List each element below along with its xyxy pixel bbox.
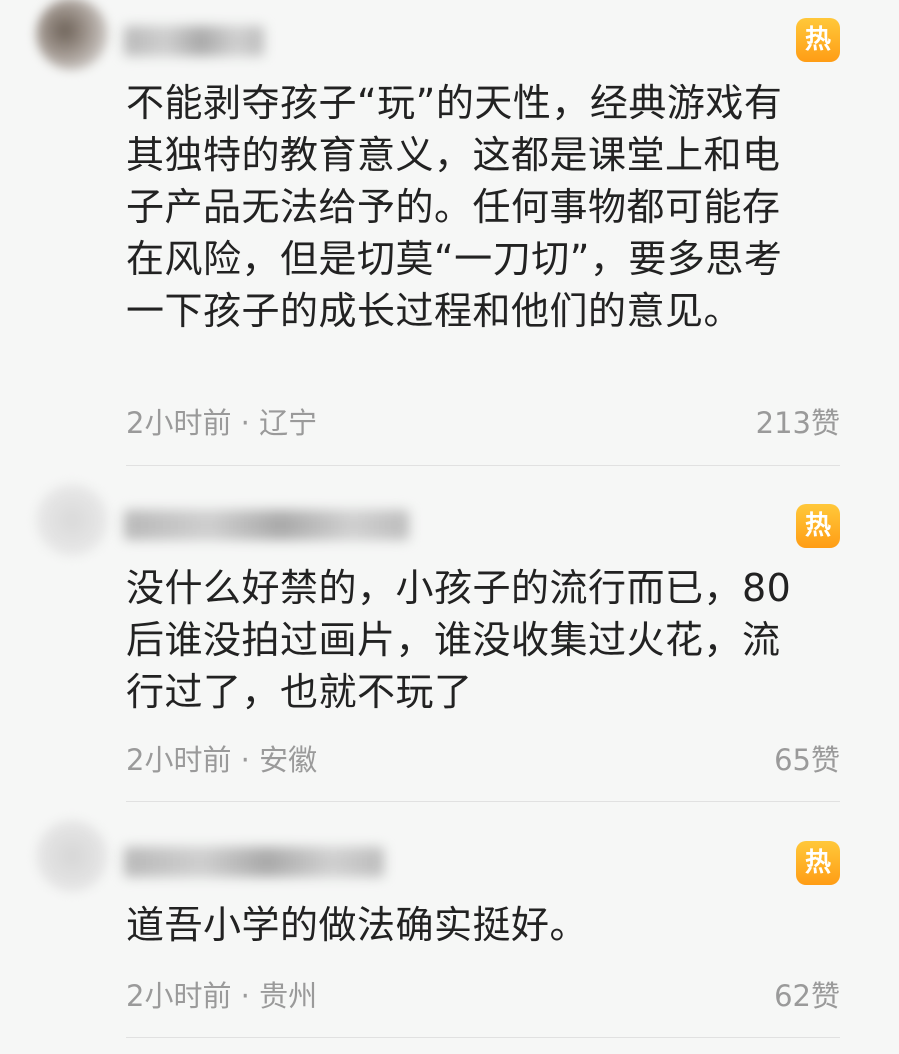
like-count[interactable]: 65赞 (774, 737, 840, 779)
comment-text: 没什么好禁的，小孩子的流行而已，80后谁没拍过画片，谁没收集过火花，流行过了，也… (126, 566, 792, 714)
comment-meta: 2小时前 · 辽宁 (126, 406, 318, 440)
username-blurred[interactable] (124, 26, 264, 56)
user-avatar[interactable] (36, 484, 108, 556)
comment-item: 热 不能剥夺孩子“玩”的天性，经典游戏有其独特的教育意义，这都是课堂上和电子产品… (0, 0, 899, 470)
comment-meta: 2小时前 · 贵州 (126, 979, 318, 1013)
divider (126, 801, 840, 802)
comment-text: 不能剥夺孩子“玩”的天性，经典游戏有其独特的教育意义，这都是课堂上和电子产品无法… (126, 81, 783, 333)
like-count[interactable]: 62赞 (774, 973, 840, 1015)
username-blurred[interactable] (124, 847, 384, 877)
comment-item: 热 没什么好禁的，小孩子的流行而已，80后谁没拍过画片，谁没收集过火花，流行过了… (0, 470, 899, 805)
hot-badge: 热 (796, 18, 840, 62)
user-avatar[interactable] (36, 820, 108, 892)
like-count[interactable]: 213赞 (756, 400, 840, 442)
user-avatar[interactable] (36, 0, 108, 70)
comment-text: 道吾小学的做法确实挺好。 (126, 903, 589, 947)
comment-meta: 2小时前 · 安徽 (126, 743, 318, 777)
divider (126, 1037, 840, 1038)
hot-badge: 热 (796, 504, 840, 548)
hot-badge: 热 (796, 841, 840, 885)
username-blurred[interactable] (124, 510, 409, 540)
divider (126, 465, 840, 466)
comment-item: 热 道吾小学的做法确实挺好。 2小时前 · 贵州 62赞 (0, 805, 899, 1054)
